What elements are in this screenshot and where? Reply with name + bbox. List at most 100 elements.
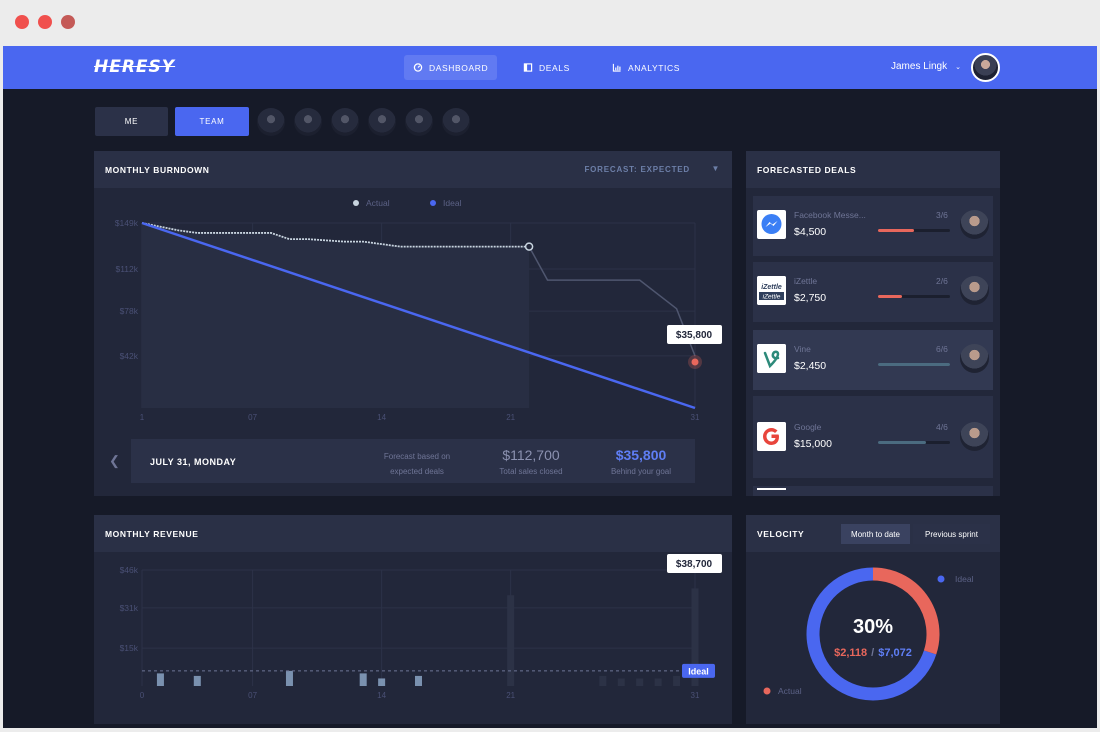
user-name: James Lingk [890, 61, 948, 72]
legend-actual-dot [763, 687, 771, 695]
izettle-logo: iZettle iZettle [757, 276, 786, 305]
y-tick-label: $42k [120, 351, 139, 361]
deal-value: $15,000 [794, 438, 832, 450]
total-closed-value: $112,700 [502, 447, 560, 463]
chevron-down-icon: ⌄ [955, 64, 961, 71]
chevron-down-icon[interactable]: ▼ [711, 164, 720, 173]
y-tick-label: $15k [120, 643, 139, 653]
x-tick-label: 07 [248, 691, 257, 700]
target-marker [691, 358, 699, 366]
velocity-percent: 30% [853, 616, 893, 638]
behind-goal-value: $35,800 [615, 447, 667, 463]
filter-me-button[interactable]: ME [95, 107, 168, 136]
deal-owner-avatar[interactable] [960, 344, 989, 373]
x-tick-label: 07 [248, 413, 257, 422]
velocity-donut-chart: 30% $2,118 / $7,072 Ideal Actual [763, 567, 974, 701]
deal-owner-avatar[interactable] [960, 210, 989, 239]
chevron-left-icon[interactable]: ❮ [109, 453, 120, 469]
callout-text: $38,700 [676, 559, 713, 570]
deal-card-google[interactable]: Google $15,000 4/6 [753, 396, 993, 478]
deal-progress-bar [878, 229, 950, 232]
y-tick-label: $31k [120, 603, 139, 613]
deal-progress-text: 3/6 [936, 210, 948, 220]
velocity-separator: / [871, 647, 874, 659]
tab-previous-sprint[interactable]: Previous sprint [913, 524, 990, 544]
x-tick-label: 21 [506, 691, 515, 700]
deal-progress-text: 4/6 [936, 422, 948, 432]
messenger-icon [757, 210, 786, 239]
nav-dashboard[interactable]: DASHBOARD [404, 55, 498, 80]
x-tick-label: 31 [691, 413, 700, 422]
deal-card-vine[interactable]: Vine $2,450 6/6 [753, 330, 993, 390]
legend-ideal-label: Ideal [443, 198, 462, 208]
x-tick-label: 14 [377, 413, 386, 422]
team-member-avatar[interactable] [257, 108, 285, 136]
velocity-actual-amount: $2,118 [834, 647, 867, 659]
deal-logo-partial [757, 488, 786, 490]
deal-value: $4,500 [794, 226, 827, 238]
tab-month-to-date[interactable]: Month to date [841, 524, 910, 544]
deal-progress-fill [878, 441, 927, 444]
revenue-callout: $38,700 [667, 554, 722, 573]
google-icon [757, 422, 786, 451]
y-tick-label: $46k [120, 565, 139, 575]
forecast-select[interactable]: FORECAST: EXPECTED [584, 165, 690, 174]
revenue-title: MONTHLY REVENUE [94, 515, 732, 552]
total-closed-label: Total sales closed [499, 467, 563, 476]
revenue-bar [285, 670, 293, 686]
legend-actual-label: Actual [778, 686, 802, 696]
team-member-avatar[interactable] [294, 108, 322, 136]
chart-legend: Actual Ideal [353, 198, 462, 208]
team-member-avatar[interactable] [442, 108, 470, 136]
deal-progress-fill [878, 363, 950, 366]
filter-team-button[interactable]: TEAM [175, 107, 249, 136]
velocity-amounts: $2,118 / $7,072 [834, 647, 912, 659]
deals-icon [523, 63, 533, 72]
window-titlebar [0, 0, 1100, 46]
deal-progress-bar [878, 295, 950, 298]
nav-analytics-label: ANALYTICS [628, 62, 681, 73]
summary-date: JULY 31, MONDAY [150, 457, 237, 467]
minimize-window-button[interactable] [38, 15, 52, 29]
deals-panel: FORECASTED DEALS Facebook Messe... $4,50… [746, 151, 1000, 496]
top-nav-bar: HERESY DASHBOARD DEALS ANALYTICS James L… [3, 46, 1097, 89]
team-member-avatar[interactable] [405, 108, 433, 136]
deal-owner-avatar[interactable] [960, 422, 989, 451]
x-tick-label: 1 [140, 413, 145, 422]
x-tick-label: 21 [506, 413, 515, 422]
revenue-bar [673, 675, 681, 686]
team-member-avatar[interactable] [368, 108, 396, 136]
legend-actual-dot [353, 200, 359, 206]
burndown-panel: MONTHLY BURNDOWN FORECAST: EXPECTED ▼ $1… [94, 151, 732, 496]
deal-name: Facebook Messe... [794, 210, 866, 220]
user-menu[interactable]: James Lingk ⌄ [891, 61, 961, 72]
ideal-label: Ideal [688, 666, 709, 676]
revenue-bar [636, 678, 644, 686]
y-tick-label: $149k [115, 218, 139, 228]
deal-progress-text: 6/6 [936, 344, 948, 354]
deal-name: Vine [794, 344, 811, 354]
legend-ideal-label: Ideal [955, 574, 974, 584]
deal-card-facebook[interactable]: Facebook Messe... $4,500 3/6 [753, 196, 993, 256]
nav-deals[interactable]: DEALS [514, 55, 579, 80]
x-tick-label: 0 [140, 691, 145, 700]
deal-card-partial[interactable] [753, 486, 993, 496]
deal-owner-avatar[interactable] [960, 276, 989, 305]
close-window-button[interactable] [15, 15, 29, 29]
x-tick-label: 14 [377, 691, 386, 700]
burndown-summary: JULY 31, MONDAY Forecast based on expect… [131, 439, 695, 483]
deal-card-izettle[interactable]: iZettle iZettle iZettle $2,750 2/6 [753, 262, 993, 322]
donut-actual-slice [872, 567, 940, 655]
revenue-bar [617, 678, 625, 686]
deal-value: $2,750 [794, 292, 827, 304]
deal-value: $2,450 [794, 360, 827, 372]
burndown-title-text: MONTHLY BURNDOWN [105, 165, 210, 175]
maximize-window-button[interactable] [61, 15, 75, 29]
brand-logo[interactable]: HERESY [94, 57, 175, 77]
velocity-ideal-amount: $7,072 [878, 647, 912, 659]
team-member-avatar[interactable] [331, 108, 359, 136]
burndown-title: MONTHLY BURNDOWN FORECAST: EXPECTED ▼ [94, 151, 732, 188]
user-avatar[interactable] [971, 53, 1000, 82]
svg-text:iZettle: iZettle [761, 284, 782, 291]
nav-analytics[interactable]: ANALYTICS [603, 55, 689, 80]
